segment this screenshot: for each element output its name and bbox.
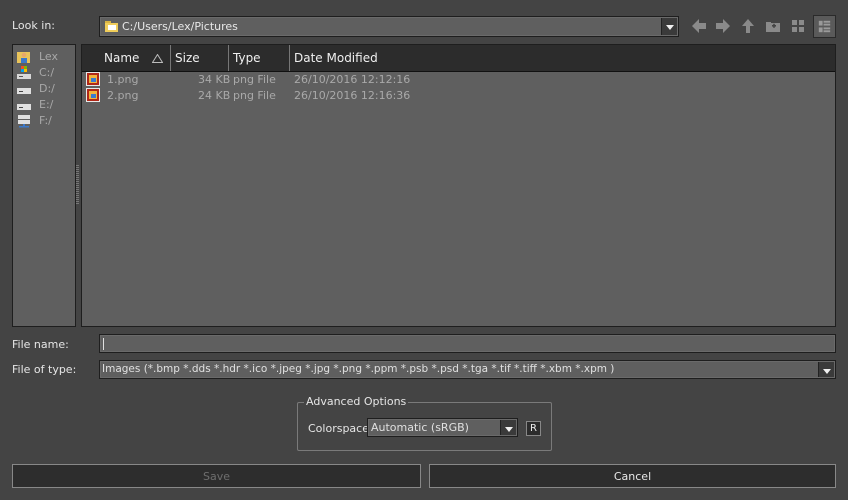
system-drive-icon <box>17 66 31 79</box>
look-in-path: C:/Users/Lex/Pictures <box>122 20 238 33</box>
list-view-icon[interactable] <box>788 16 808 36</box>
forward-arrow-icon[interactable] <box>713 16 733 36</box>
column-header-size[interactable]: Size <box>171 45 229 71</box>
file-date-modified: 26/10/2016 12:12:16 <box>294 73 411 86</box>
cancel-button[interactable]: Cancel <box>429 464 836 488</box>
file-size: 24 KB <box>198 89 231 102</box>
file-date-modified: 26/10/2016 12:16:36 <box>294 89 411 102</box>
save-button[interactable]: Save <box>12 464 421 488</box>
sidebar-item-lex[interactable]: Lex <box>17 49 73 65</box>
colorspace-label: Colorspace <box>308 422 369 435</box>
sidebar-item-label: Lex <box>39 50 59 63</box>
folder-icon <box>105 21 118 32</box>
file-type-value: Images (*.bmp *.dds *.hdr *.ico *.jpeg *… <box>102 363 615 375</box>
sidebar-item-c[interactable]: C:/ <box>17 65 73 81</box>
sort-ascending-icon <box>152 54 163 63</box>
chevron-down-icon[interactable] <box>661 18 677 35</box>
detail-view-button[interactable] <box>813 15 836 38</box>
sidebar[interactable]: Lex C:/ D:/ E:/ F:/ <box>12 44 76 327</box>
up-arrow-icon[interactable] <box>738 16 758 36</box>
look-in-label: Look in: <box>12 19 55 32</box>
drive-icon <box>17 88 31 94</box>
new-folder-icon[interactable] <box>763 16 783 36</box>
text-cursor <box>103 338 104 350</box>
file-name: 2.png <box>107 89 139 102</box>
sidebar-item-f[interactable]: F:/ <box>17 113 73 129</box>
sidebar-item-label: D:/ <box>39 82 55 95</box>
look-in-combobox[interactable]: C:/Users/Lex/Pictures <box>99 16 679 37</box>
list-header: Name Size Type Date Modified <box>82 45 835 72</box>
image-file-icon <box>86 88 100 102</box>
file-name-label: File name: <box>12 338 69 351</box>
file-type: png File <box>233 89 276 102</box>
sidebar-item-e[interactable]: E:/ <box>17 97 73 113</box>
sidebar-item-d[interactable]: D:/ <box>17 81 73 97</box>
splitter-handle[interactable] <box>76 165 79 205</box>
column-header-name[interactable]: Name <box>82 45 171 71</box>
user-folder-icon <box>17 52 30 63</box>
table-row[interactable]: 1.png 34 KB png File 26/10/2016 12:12:16 <box>82 72 835 88</box>
image-file-icon <box>86 72 100 86</box>
column-header-type[interactable]: Type <box>229 45 290 71</box>
reset-colorspace-button[interactable]: R <box>526 421 541 436</box>
colorspace-select[interactable]: Automatic (sRGB) <box>367 418 518 437</box>
sidebar-item-label: C:/ <box>39 66 55 79</box>
column-header-date-modified[interactable]: Date Modified <box>290 45 833 71</box>
sidebar-item-label: F:/ <box>39 114 52 127</box>
file-type-label: File of type: <box>12 363 77 376</box>
file-list[interactable]: Name Size Type Date Modified 1.png 34 KB… <box>81 44 836 327</box>
advanced-options-title: Advanced Options <box>304 395 409 408</box>
file-name-input[interactable] <box>99 334 836 353</box>
network-drive-icon <box>18 115 30 128</box>
detail-view-icon <box>818 20 831 33</box>
table-row[interactable]: 2.png 24 KB png File 26/10/2016 12:16:36 <box>82 88 835 104</box>
file-name: 1.png <box>107 73 139 86</box>
colorspace-value: Automatic (sRGB) <box>371 421 469 434</box>
sidebar-item-label: E:/ <box>39 98 54 111</box>
chevron-down-icon[interactable] <box>500 420 516 435</box>
chevron-down-icon[interactable] <box>818 362 834 377</box>
file-type: png File <box>233 73 276 86</box>
drive-icon <box>17 104 31 110</box>
file-size: 34 KB <box>198 73 231 86</box>
file-type-select[interactable]: Images (*.bmp *.dds *.hdr *.ico *.jpeg *… <box>99 360 836 379</box>
back-arrow-icon[interactable] <box>689 16 709 36</box>
